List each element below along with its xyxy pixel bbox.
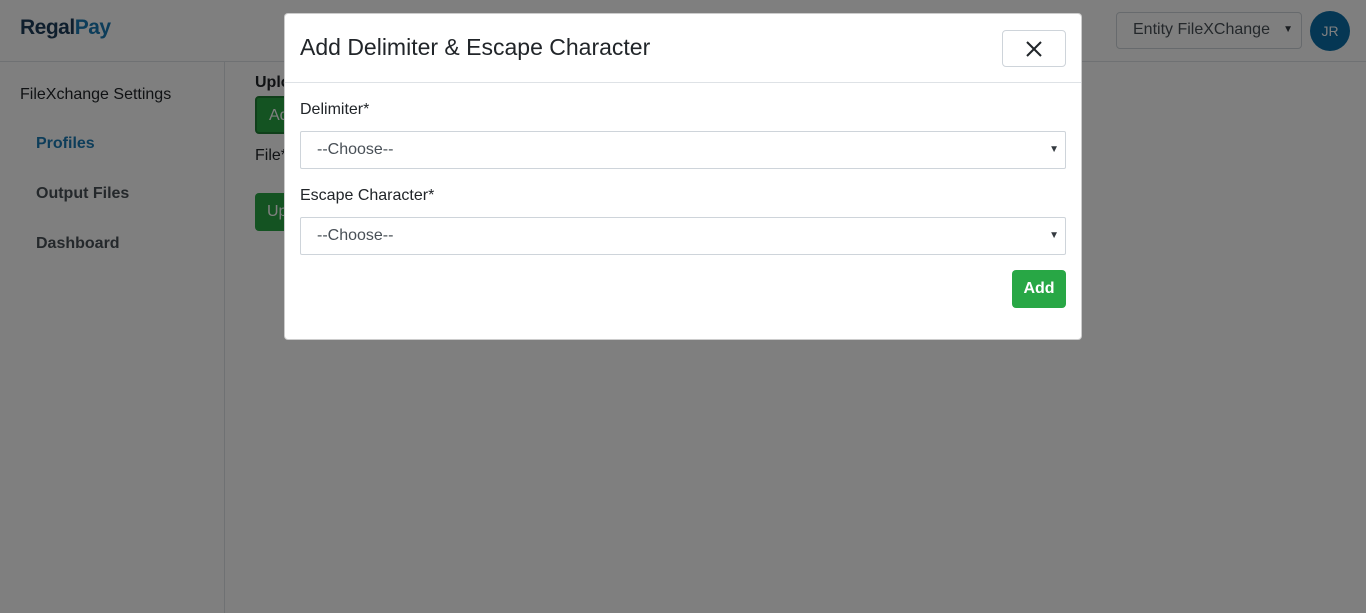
delimiter-label: Delimiter* [300, 101, 370, 118]
close-icon [1026, 41, 1042, 57]
add-button[interactable]: Add [1012, 270, 1066, 308]
modal-header: Add Delimiter & Escape Character [285, 14, 1081, 83]
chevron-down-icon: ▼ [1049, 230, 1059, 241]
chevron-down-icon: ▼ [1049, 144, 1059, 155]
add-delimiter-modal: Add Delimiter & Escape Character Delimit… [284, 13, 1082, 340]
close-button[interactable] [1002, 30, 1066, 67]
escape-character-select[interactable]: --Choose-- ▼ [300, 217, 1066, 255]
modal-title: Add Delimiter & Escape Character [300, 34, 651, 60]
escape-character-label: Escape Character* [300, 187, 435, 204]
delimiter-select-value: --Choose-- [317, 141, 394, 158]
delimiter-select[interactable]: --Choose-- ▼ [300, 131, 1066, 169]
escape-character-select-value: --Choose-- [317, 227, 394, 244]
